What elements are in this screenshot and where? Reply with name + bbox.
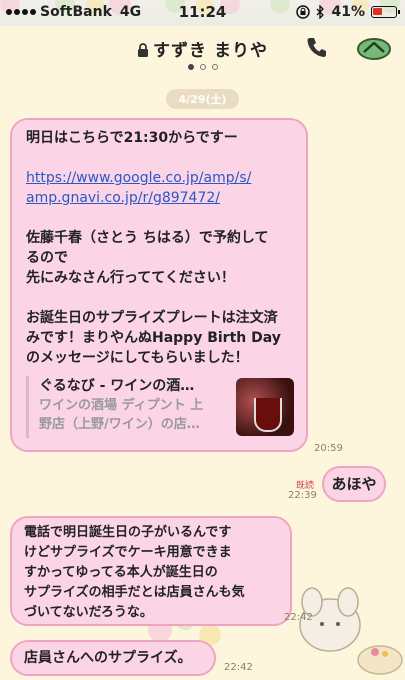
message-text: づいてないだろうな。 (24, 605, 153, 620)
message-text: お誕生日のサプライズプレートは注文済 (26, 310, 278, 326)
message-link[interactable]: https://www.google.co.jp/amp/s/ (26, 168, 294, 188)
message-bubble-received[interactable]: 電話で明日誕生日の子がいるんです けどサプライズでケーキ用意できま すかってゆっ… (10, 516, 292, 626)
preview-thumbnail (236, 378, 294, 436)
chat-title[interactable]: すずき まりや (0, 36, 405, 61)
message-time: 20:59 (314, 443, 343, 454)
message-text: けどサプライズでケーキ用意できま (24, 545, 232, 560)
date-label: 4/29(土) (166, 89, 239, 109)
link-preview-card[interactable]: ぐるなび - ワインの酒… ワインの酒場 ディプント 上 野店（上野/ワイン）の… (26, 376, 294, 438)
contact-name: すずき まりや (153, 41, 268, 61)
phone-icon[interactable] (306, 36, 328, 58)
message-text: 明日はこちらで21:30からですー (26, 130, 238, 146)
lock-icon (138, 43, 149, 57)
message-text: サプライズの相手だとは店員さんも気 (24, 585, 245, 600)
message-text: のメッセージにしてもらいました！ (26, 350, 249, 366)
bluetooth-icon (317, 5, 325, 19)
message-bubble-received[interactable]: 明日はこちらで21:30からですー https://www.google.co.… (10, 118, 308, 452)
rotation-lock-icon (296, 5, 311, 19)
chat-header: すずき まりや (0, 26, 405, 80)
message-time: 22:42 (224, 662, 253, 673)
message-text: 電話で明日誕生日の子がいるんです (24, 525, 232, 540)
page-dot (211, 64, 218, 70)
page-dot (199, 64, 206, 70)
sticker-decoration (299, 587, 403, 675)
message-text: あほや (331, 475, 377, 493)
message-text: すかってゆってる本人が誕生日の (24, 565, 218, 580)
message-time: 22:42 (284, 612, 313, 623)
message-text: 先にみなさん行っててください！ (26, 270, 235, 286)
message-text: るので (26, 250, 68, 266)
page-dot (187, 64, 194, 70)
message-bubble-sent[interactable]: あほや (322, 466, 386, 502)
battery-icon (371, 6, 400, 18)
message-bubble-received[interactable]: 店員さんへのサプライズ。 (10, 640, 216, 676)
message-time: 22:39 (288, 490, 317, 501)
page-indicator (0, 64, 405, 70)
status-bar: SoftBank 4G 11:24 41% (0, 0, 405, 26)
message-text: 店員さんへのサプライズ。 (24, 650, 192, 666)
message-link[interactable]: amp.gnavi.co.jp/r/g897472/ (26, 188, 294, 208)
message-text: みです！まりやんぬHappy Birth Day (26, 330, 281, 346)
battery-percent: 41% (331, 4, 365, 20)
message-text: 佐藤千春（さとう ちはる）で予約して (26, 230, 269, 246)
date-divider: 4/29(土) (0, 88, 405, 109)
menu-chevron-icon[interactable] (356, 34, 392, 60)
